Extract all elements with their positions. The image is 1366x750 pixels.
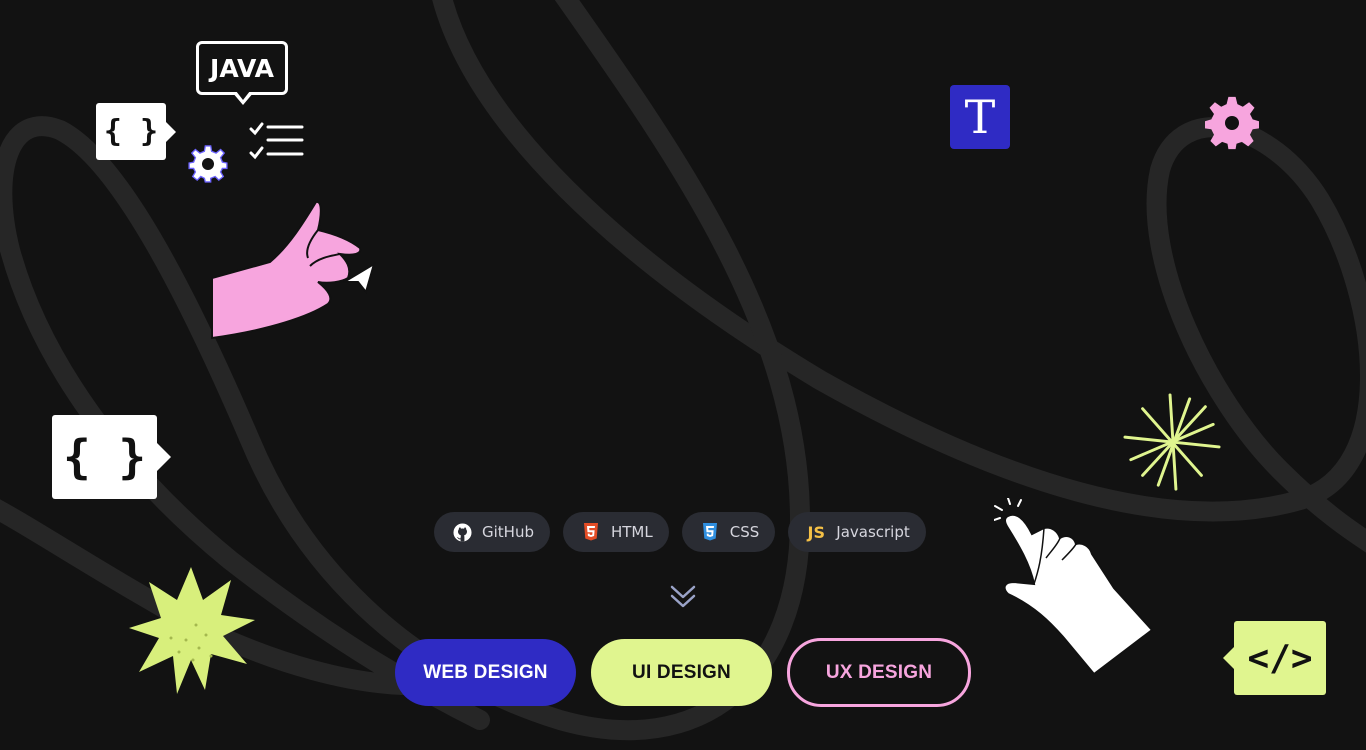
- css3-icon: [700, 522, 720, 542]
- web-design-button[interactable]: WEB DESIGN: [395, 639, 576, 706]
- starburst-icon: [129, 567, 255, 694]
- chip-html[interactable]: HTML: [562, 512, 669, 552]
- speech-bubble-tail-inner: [236, 91, 250, 100]
- pinching-hand-illustration: [211, 200, 376, 340]
- pink-gear-icon: [1205, 96, 1259, 150]
- hero-stage: { } JAVA { } T </> GitHub HTML CSS JS Ja…: [0, 0, 1366, 750]
- ui-design-label: UI DESIGN: [632, 661, 731, 683]
- chip-css-label: CSS: [729, 523, 760, 541]
- chip-html-label: HTML: [610, 523, 653, 541]
- chip-github-label: GitHub: [482, 523, 534, 541]
- ui-design-button[interactable]: UI DESIGN: [591, 639, 772, 706]
- ux-design-label: UX DESIGN: [825, 661, 933, 683]
- chip-javascript-label: Javascript: [836, 523, 910, 541]
- t-letter: T: [964, 90, 996, 144]
- web-design-label: WEB DESIGN: [423, 661, 548, 683]
- checklist-icon: [249, 122, 304, 160]
- tech-chips: GitHub HTML CSS JS Javascript: [434, 512, 926, 552]
- gear-icon: [188, 145, 228, 183]
- chip-css[interactable]: CSS: [681, 512, 776, 552]
- typography-tile: T: [950, 85, 1010, 149]
- brace-symbol: { }: [103, 114, 159, 149]
- code-tag-tile: </>: [1234, 621, 1326, 695]
- github-icon: [452, 522, 472, 542]
- pointing-hand-illustration: [994, 498, 1154, 676]
- java-speech-bubble: JAVA: [196, 41, 288, 95]
- sparkle-icon: [1123, 393, 1221, 491]
- code-tag-label: </>: [1247, 637, 1313, 679]
- brace-symbol-large: { }: [62, 430, 147, 484]
- code-braces-large-icon: { }: [52, 415, 157, 499]
- html5-icon: [581, 522, 601, 542]
- java-label: JAVA: [210, 53, 274, 83]
- code-braces-icon: { }: [96, 103, 166, 160]
- ux-design-button[interactable]: UX DESIGN: [787, 638, 971, 707]
- chip-javascript[interactable]: JS Javascript: [788, 512, 926, 552]
- double-chevron-down-icon[interactable]: [669, 584, 697, 610]
- js-icon: JS: [807, 522, 825, 542]
- chip-github[interactable]: GitHub: [434, 512, 550, 552]
